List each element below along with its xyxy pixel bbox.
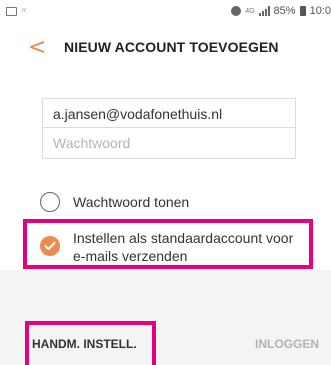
title-bar: < NIEUW ACCOUNT TOEVOEGEN — [0, 24, 331, 70]
image-icon — [6, 6, 17, 16]
show-password-label: Wachtwoord tonen — [73, 194, 190, 210]
battery-icon — [299, 6, 306, 16]
show-password-option[interactable]: Wachtwoord tonen — [40, 192, 189, 212]
alarm-icon — [231, 6, 242, 16]
login-button[interactable]: INLOGGEN — [255, 337, 319, 351]
battery-percent: 85% — [273, 5, 296, 17]
password-field[interactable] — [42, 127, 296, 159]
clock: 10:0 — [309, 5, 331, 17]
page-title: NIEUW ACCOUNT TOEVOEGEN — [64, 39, 279, 55]
status-bar: ʳʳ 4G 85% 10:0 — [0, 0, 331, 24]
chevron-left-icon[interactable]: < — [28, 35, 46, 60]
email-input[interactable] — [43, 99, 295, 129]
password-input[interactable] — [43, 128, 295, 158]
email-field[interactable] — [42, 98, 296, 130]
highlight-box-manual-setup — [25, 321, 156, 365]
signal-icon — [258, 6, 270, 16]
highlight-box-default-account — [23, 219, 313, 269]
show-password-radio[interactable] — [40, 192, 60, 212]
network-icon: 4G — [245, 7, 255, 15]
mini-icon: ʳʳ — [22, 6, 26, 16]
